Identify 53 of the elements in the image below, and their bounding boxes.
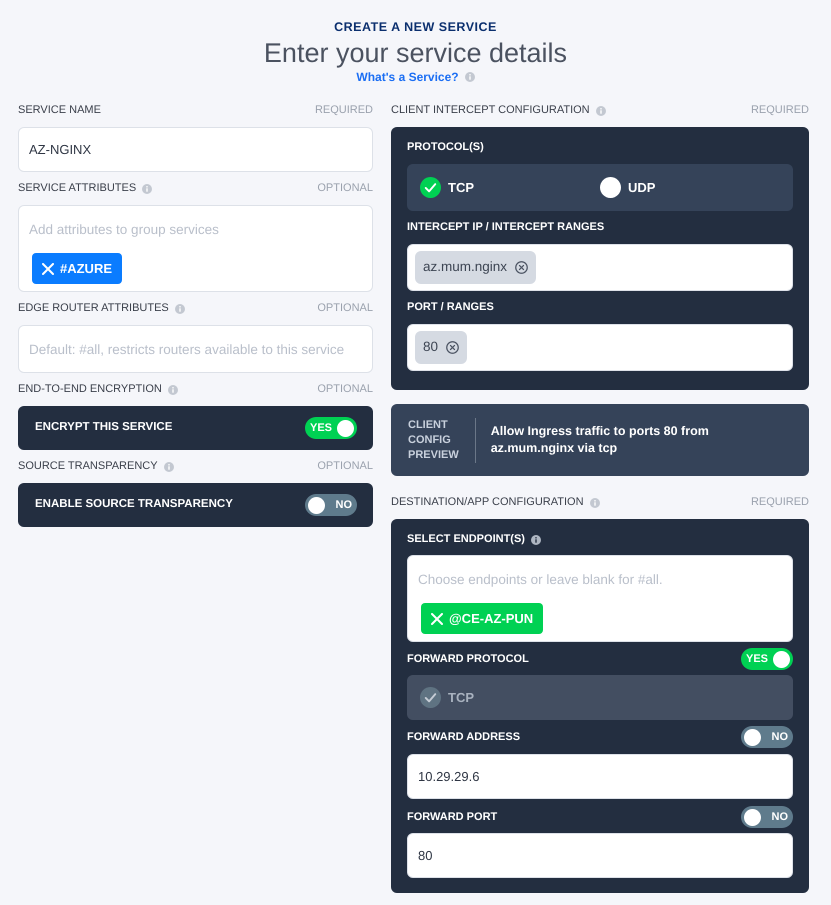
text-input[interactable]: 80 xyxy=(407,833,793,878)
toggle-switch[interactable]: NO xyxy=(305,494,357,516)
field-label: FORWARD PORT xyxy=(407,810,498,824)
section-label: END-TO-END ENCRYPTION xyxy=(18,382,162,397)
switch-knob-icon xyxy=(308,496,325,514)
requirement-label: REQUIRED xyxy=(314,103,373,118)
value-chip[interactable]: az.mum.nginx xyxy=(415,251,536,284)
field-label: FORWARD PROTOCOL xyxy=(407,652,529,666)
switch-knob-icon xyxy=(744,808,761,826)
toggle-switch[interactable]: NO xyxy=(741,726,793,748)
close-icon xyxy=(42,262,54,274)
option-label: ENABLE SOURCE TRANSPARENCY xyxy=(35,497,233,512)
text-input[interactable]: Default: #all, restricts routers available to this service xyxy=(18,325,373,373)
field-label: FORWARD ADDRESS xyxy=(407,730,520,744)
close-circle-icon xyxy=(446,341,460,354)
option-label: ENCRYPT THIS SERVICE xyxy=(35,420,172,436)
tag-chip[interactable]: #AZURE xyxy=(32,253,122,284)
preview-heading: CLIENT CONFIG PREVIEW xyxy=(408,418,459,462)
requirement-label: REQUIRED xyxy=(750,495,809,510)
switch-knob-icon xyxy=(337,420,354,436)
close-icon xyxy=(431,612,443,624)
section-label: EDGE ROUTER ATTRIBUTES xyxy=(18,301,169,316)
eyebrow-title: CREATE A NEW SERVICE xyxy=(334,19,497,35)
info-icon xyxy=(464,72,475,82)
toggle-switch[interactable]: NO xyxy=(741,806,793,828)
chips-input[interactable]: 80 xyxy=(407,324,793,371)
field-label: INTERCEPT IP / INTERCEPT RANGES xyxy=(407,220,604,235)
chips-input[interactable]: az.mum.nginx xyxy=(407,244,793,291)
field-label: SELECT ENDPOINT(S) xyxy=(407,532,525,547)
section-label: SERVICE ATTRIBUTES xyxy=(18,181,136,196)
section-label: SOURCE TRANSPARENCY xyxy=(18,459,158,474)
requirement-label: OPTIONAL xyxy=(317,301,373,316)
text-input[interactable]: AZ-NGINX xyxy=(18,127,373,172)
field-label: PROTOCOL(S) xyxy=(407,140,484,155)
switch-knob-icon xyxy=(744,728,761,746)
requirement-label: OPTIONAL xyxy=(317,181,373,196)
text-input[interactable]: 10.29.29.6 xyxy=(407,754,793,799)
requirement-label: OPTIONAL xyxy=(317,459,373,474)
requirement-label: REQUIRED xyxy=(750,103,809,118)
switch-knob-icon xyxy=(773,650,790,668)
preview-text: Allow Ingress traffic to ports 80 from az.mum.nginx via tcp xyxy=(490,423,710,457)
protocol-checkbox[interactable]: UDP xyxy=(600,177,780,198)
close-circle-icon xyxy=(515,261,528,274)
help-link[interactable]: What's a Service? xyxy=(356,69,459,85)
value-chip[interactable]: 80 xyxy=(415,331,468,364)
attributes-input[interactable]: Add attributes to group services #AZURE xyxy=(18,205,373,292)
requirement-label: OPTIONAL xyxy=(317,382,373,397)
page-title: Enter your service details xyxy=(264,37,568,69)
section-label: SERVICE NAME xyxy=(18,103,101,118)
field-label: PORT / RANGES xyxy=(407,300,494,315)
section-label: CLIENT INTERCEPT CONFIGURATION xyxy=(391,103,590,118)
section-label: DESTINATION/APP CONFIGURATION xyxy=(391,495,584,510)
protocol-checkbox[interactable]: TCP xyxy=(420,177,600,198)
